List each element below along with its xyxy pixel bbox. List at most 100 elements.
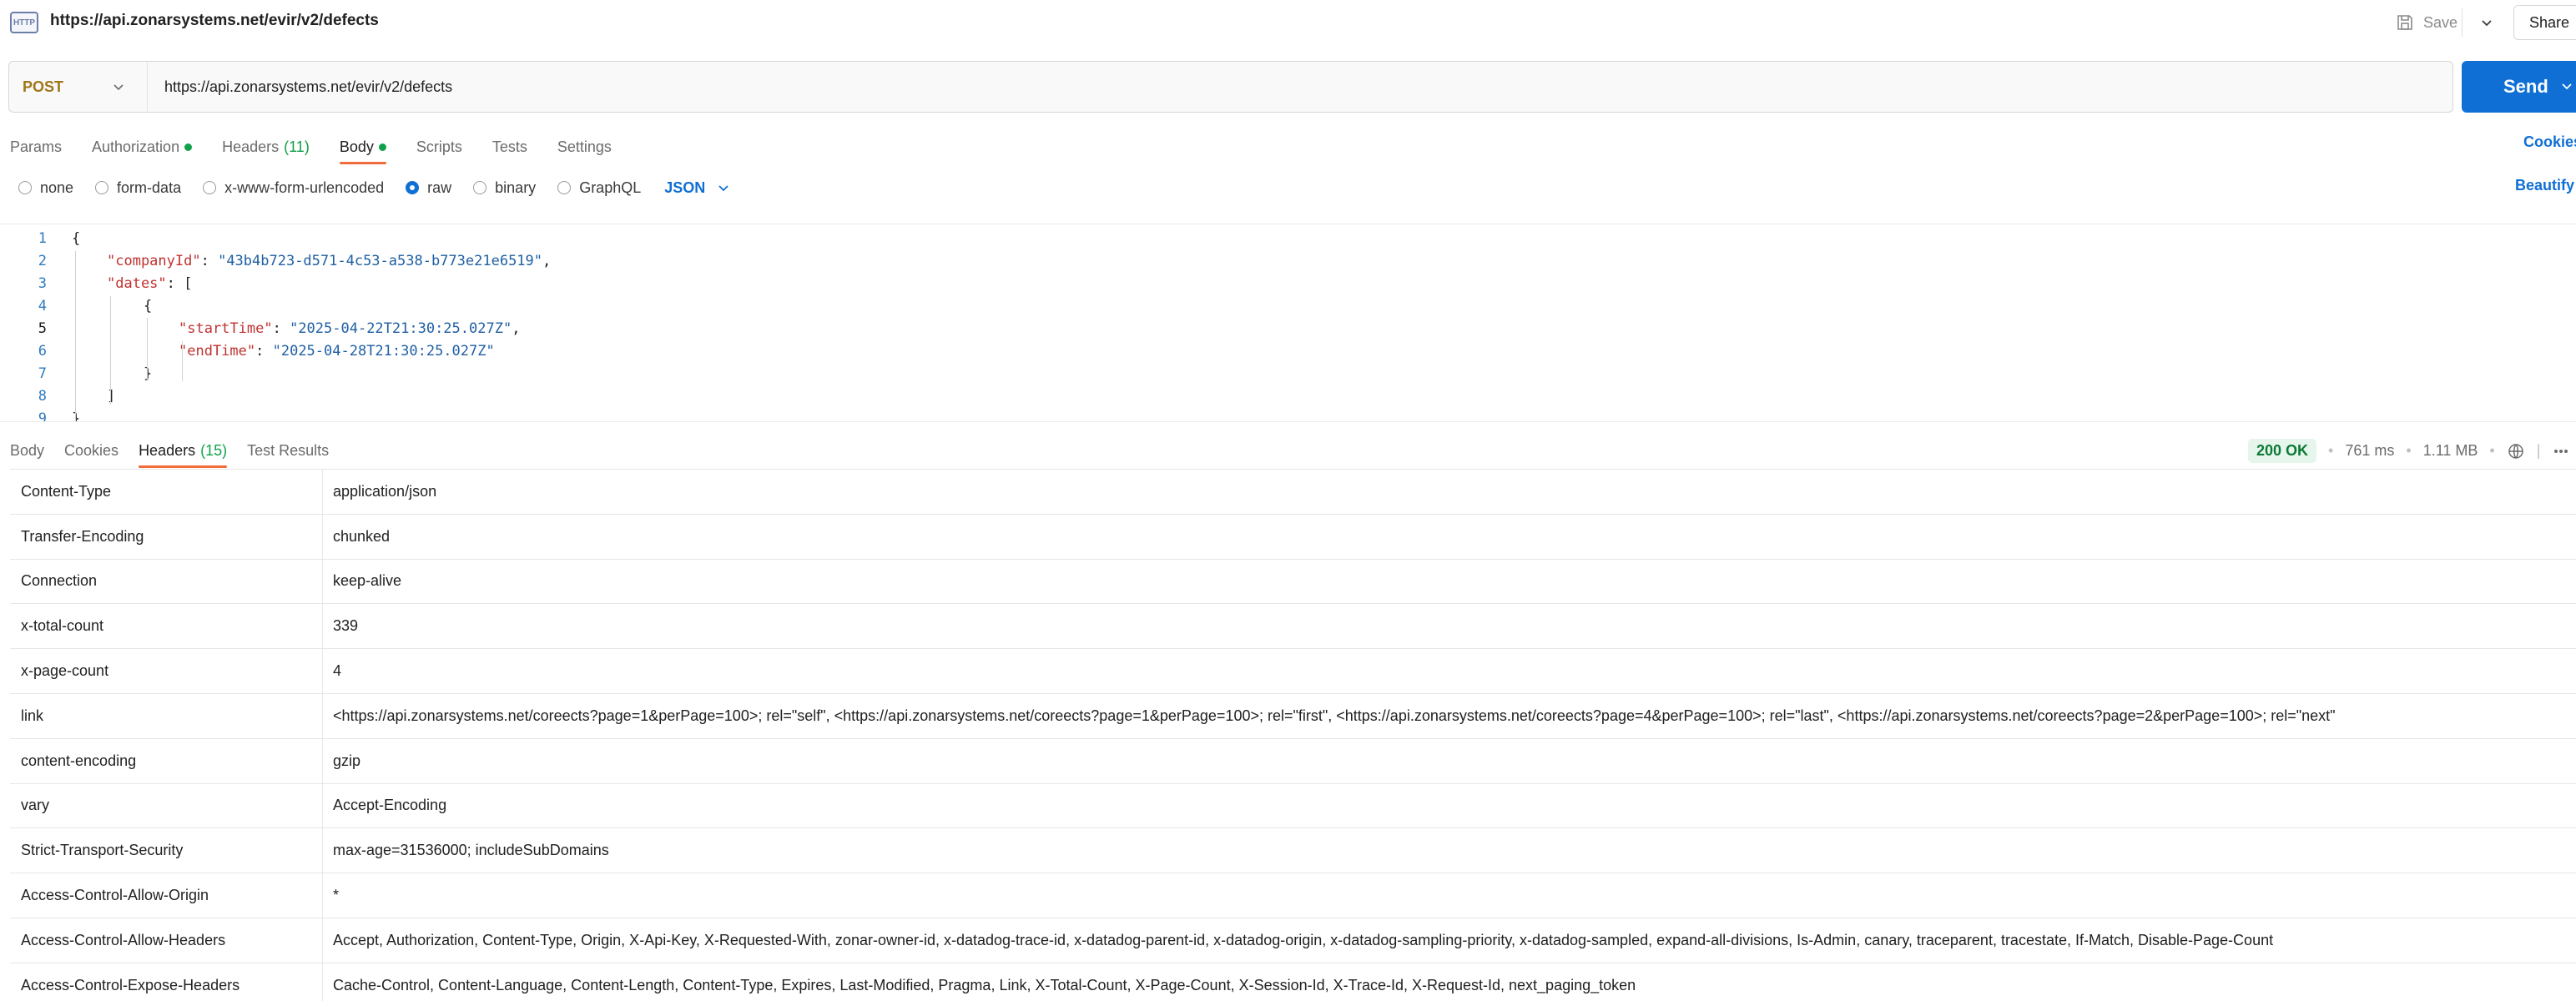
body-type-graphql[interactable]: GraphQL — [557, 179, 641, 197]
chevron-down-icon — [2482, 20, 2492, 27]
tab-params[interactable]: Params — [10, 130, 62, 163]
code-line: 7} — [0, 363, 2576, 385]
tab-scripts[interactable]: Scripts — [416, 130, 462, 163]
http-request-icon: HTTP — [10, 12, 38, 33]
title-bar: HTTP https://api.zonarsystems.net/evir/v… — [0, 0, 2576, 45]
authorization-set-indicator — [184, 143, 193, 151]
tab-response-body[interactable]: Body — [10, 434, 44, 467]
line-number: 5 — [38, 320, 47, 337]
body-editor[interactable]: 1{ 2 "companyId": "43b4b723-d571-4c53-a53… — [0, 224, 2576, 422]
body-type-urlencoded-label: x-www-form-urlencoded — [224, 179, 385, 196]
tab-tests-label: Tests — [492, 138, 527, 155]
header-value: application/json — [333, 482, 437, 500]
table-row: Access-Control-Allow-Headers Accept, Auth… — [10, 918, 2576, 963]
tab-test-results-label: Test Results — [247, 441, 330, 459]
more-options-icon[interactable] — [2552, 442, 2570, 460]
method-select[interactable]: POST — [9, 62, 148, 112]
json-key: "endTime" — [179, 343, 256, 360]
response-headers-table: Content-Type application/json Transfer-En… — [10, 469, 2576, 1001]
line-number: 9 — [38, 410, 47, 422]
send-button[interactable]: Send — [2462, 61, 2576, 113]
header-key: Connection — [10, 559, 323, 604]
request-tabs: Params Authorization Headers (11) Body Sc… — [10, 130, 642, 164]
table-row: Connection keep-alive — [10, 559, 2576, 605]
separator-dot: • — [2328, 442, 2334, 459]
send-options-button[interactable] — [2560, 79, 2573, 97]
body-type-form-data[interactable]: form-data — [95, 179, 181, 197]
tab-response-cookies[interactable]: Cookies — [64, 434, 118, 467]
indent-guide — [147, 318, 148, 381]
header-key: Transfer-Encoding — [10, 514, 323, 559]
table-row: Strict-Transport-Security max-age=3153600… — [10, 828, 2576, 874]
body-type-graphql-label: GraphQL — [579, 179, 642, 196]
save-options-button[interactable] — [2472, 8, 2502, 37]
beautify-button[interactable]: Beautify — [2515, 177, 2574, 194]
header-value: <https://api.zonarsystems.net/coreects?p… — [333, 707, 2336, 724]
title-divider — [2462, 8, 2463, 37]
tab-params-label: Params — [10, 138, 63, 155]
code-line: 1{ — [0, 228, 2576, 250]
network-info-icon[interactable] — [2507, 442, 2525, 460]
save-button[interactable]: Save — [2395, 8, 2458, 37]
url-input[interactable]: https://api.zonarsystems.net/evir/v2/def… — [148, 78, 452, 96]
format-select-label: JSON — [664, 179, 706, 196]
response-time[interactable]: 761 ms — [2345, 442, 2394, 460]
tab-body[interactable]: Body — [339, 130, 386, 164]
status-badge[interactable]: 200 OK — [2248, 439, 2317, 463]
code-line: 3 "dates": [ — [0, 273, 2576, 295]
chevron-down-icon — [718, 185, 728, 192]
tab-headers[interactable]: Headers (11) — [222, 130, 310, 163]
body-type-urlencoded[interactable]: x-www-form-urlencoded — [203, 179, 384, 197]
tab-authorization[interactable]: Authorization — [92, 130, 193, 163]
body-set-indicator — [378, 143, 386, 151]
code-text: "dates": [ — [107, 273, 192, 295]
cookies-link[interactable]: Cookies — [2523, 133, 2576, 151]
code-text: { — [72, 230, 81, 247]
request-title[interactable]: https://api.zonarsystems.net/evir/v2/def… — [50, 12, 379, 30]
response-size[interactable]: 1.11 MB — [2423, 442, 2478, 460]
code-text: "companyId": "43b4b723-d571-4c53-a538-b7… — [107, 253, 552, 269]
body-type-none-label: none — [40, 179, 74, 196]
body-type-binary[interactable]: binary — [473, 179, 536, 197]
table-row: vary Accept-Encoding — [10, 783, 2576, 829]
tab-body-label: Body — [339, 138, 374, 155]
tab-response-headers[interactable]: Headers (15) — [139, 434, 228, 468]
tab-settings-label: Settings — [557, 138, 612, 155]
line-number: 3 — [38, 275, 47, 292]
indent-guide — [75, 251, 76, 421]
table-row: x-page-count 4 — [10, 649, 2576, 694]
tab-tests[interactable]: Tests — [492, 130, 527, 163]
radio-icon — [95, 181, 109, 194]
header-value: * — [333, 887, 340, 904]
code-text: { — [144, 298, 153, 314]
share-button[interactable]: Share — [2513, 5, 2576, 40]
chevron-down-icon — [113, 84, 124, 91]
header-value: gzip — [333, 752, 361, 769]
body-type-form-data-label: form-data — [117, 179, 182, 196]
line-number: 6 — [38, 343, 47, 360]
radio-icon — [557, 181, 572, 194]
table-row: link <https://api.zonarsystems.net/coreec… — [10, 693, 2576, 739]
body-type-none[interactable]: none — [18, 179, 73, 197]
code-line: 9} — [0, 408, 2576, 422]
body-type-raw[interactable]: raw — [406, 179, 451, 197]
code-text: ] — [107, 388, 116, 405]
json-string: "2025-04-28T21:30:25.027Z" — [272, 343, 495, 360]
line-number: 7 — [38, 365, 47, 382]
tab-authorization-label: Authorization — [92, 138, 180, 155]
tab-test-results[interactable]: Test Results — [247, 434, 329, 467]
header-key: Content-Type — [10, 470, 323, 514]
tab-settings[interactable]: Settings — [557, 130, 612, 163]
header-value: 339 — [333, 617, 359, 635]
response-tabs: Body Cookies Headers (15) Test Results — [10, 434, 359, 469]
json-key: "dates" — [107, 275, 167, 292]
line-number: 2 — [38, 253, 47, 269]
format-select[interactable]: JSON — [664, 179, 730, 197]
body-type-selector: none form-data x-www-form-urlencoded raw… — [18, 175, 730, 200]
tab-response-headers-label: Headers — [139, 441, 196, 459]
header-key: Access-Control-Expose-Headers — [10, 963, 323, 1001]
response-headers-count: (15) — [200, 441, 228, 459]
radio-icon — [18, 181, 32, 194]
header-key: link — [10, 693, 323, 738]
code-line: 2 "companyId": "43b4b723-d571-4c53-a538-b… — [0, 250, 2576, 273]
